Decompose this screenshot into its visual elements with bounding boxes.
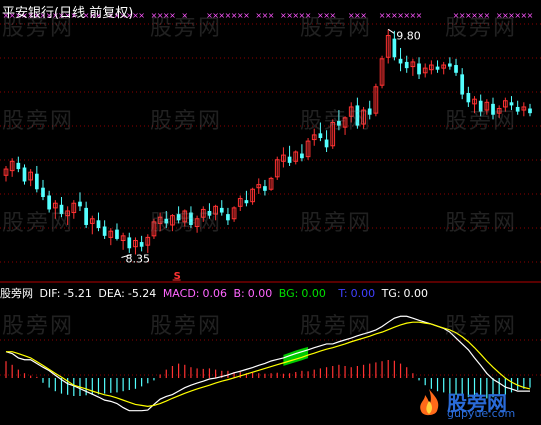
candle-body	[78, 201, 82, 207]
candle-body	[176, 214, 181, 221]
signal-marker: ×	[243, 11, 250, 20]
candle-body	[139, 242, 144, 247]
candle-body	[337, 120, 341, 126]
dea-label: DEA:	[98, 287, 125, 300]
candle-body	[189, 212, 193, 225]
candle-body	[207, 210, 212, 216]
indicator-bar: 股旁网 DIF: -5.21 DEA: -5.24 MACD: 0.06 B: 0.00…	[0, 285, 431, 301]
tg-value: 0.00	[403, 287, 429, 300]
macd-label: MACD:	[162, 287, 200, 300]
tg-label: TG:	[381, 287, 401, 300]
bg-label: BG:	[278, 287, 299, 300]
candle-body	[34, 173, 39, 190]
signal-marker: ×	[138, 11, 145, 20]
candle-body	[448, 63, 452, 67]
candle-body	[355, 105, 360, 126]
dif-value: -5.21	[63, 287, 92, 300]
candle-body	[300, 153, 304, 159]
candle-body	[367, 108, 372, 115]
dea-value: -5.24	[127, 287, 157, 300]
candle-body	[435, 66, 440, 70]
signal-marker: ×	[305, 11, 312, 20]
candle-body	[244, 200, 249, 204]
signal-marker: ×	[181, 11, 188, 20]
candle-body	[454, 65, 458, 73]
t-value: 0.00	[350, 287, 376, 300]
candle-body	[47, 195, 52, 210]
chart-title: 平安银行(日线 前复权)	[2, 6, 134, 21]
candle-body	[164, 218, 169, 224]
logo-url: gupyue.com	[447, 407, 516, 420]
macd-value: 0.06	[202, 287, 228, 300]
candle-body	[226, 214, 230, 221]
signal-marker: ×	[329, 11, 336, 20]
candle-body	[324, 139, 329, 148]
indicator-name: 股旁网	[0, 287, 33, 300]
chart-canvas: × × × × × × × × × × × × × × × × × × × × × × × × × × × × × × × × × × × × × × × ×…	[0, 11, 541, 412]
candle-body	[287, 156, 292, 163]
site-logo: 股旁网 gupyue.com	[415, 387, 535, 421]
candle-body	[219, 207, 224, 213]
signal-marker: ×	[416, 11, 423, 20]
high-pointer	[387, 28, 395, 34]
candle-body	[16, 162, 21, 170]
candle-body	[22, 167, 27, 182]
candle-body	[398, 58, 403, 64]
candle-body	[318, 133, 323, 139]
bg-value: 0.00	[301, 287, 326, 300]
candle-body	[404, 61, 409, 69]
candle-body	[263, 186, 267, 191]
candle-body	[41, 187, 45, 198]
candle-body	[417, 63, 421, 75]
low-label: 8.35	[125, 252, 150, 265]
candle-body	[115, 229, 119, 239]
candle-body	[59, 204, 64, 215]
candle-body	[515, 106, 520, 112]
signal-marker: ×	[268, 11, 275, 20]
high-label: 9.80	[396, 29, 421, 42]
candle-body	[127, 237, 132, 249]
candle-body	[528, 108, 532, 114]
flame-icon	[420, 389, 439, 416]
candle-body	[96, 220, 101, 229]
signal-marker: ×	[169, 11, 176, 20]
candle-body	[466, 92, 471, 103]
stock-chart-screen: × × × × × × × × × × × × × × × × × × × × × × × × × × × × × × × × × × × × × × × ×…	[0, 0, 541, 425]
candle-body	[460, 74, 465, 95]
candle-body	[509, 102, 514, 106]
signal-marker: ×	[483, 11, 490, 20]
b-value: 0.00	[247, 287, 273, 300]
dif-label: DIF:	[39, 287, 61, 300]
signal-marker: ×	[360, 11, 367, 20]
candle-body	[102, 226, 107, 236]
t-label: T:	[338, 287, 348, 300]
candle-body	[478, 100, 483, 112]
candle-body	[491, 103, 495, 115]
signal-marker: ×	[527, 11, 534, 20]
b-label: B:	[233, 287, 245, 300]
candle-body	[84, 207, 88, 225]
